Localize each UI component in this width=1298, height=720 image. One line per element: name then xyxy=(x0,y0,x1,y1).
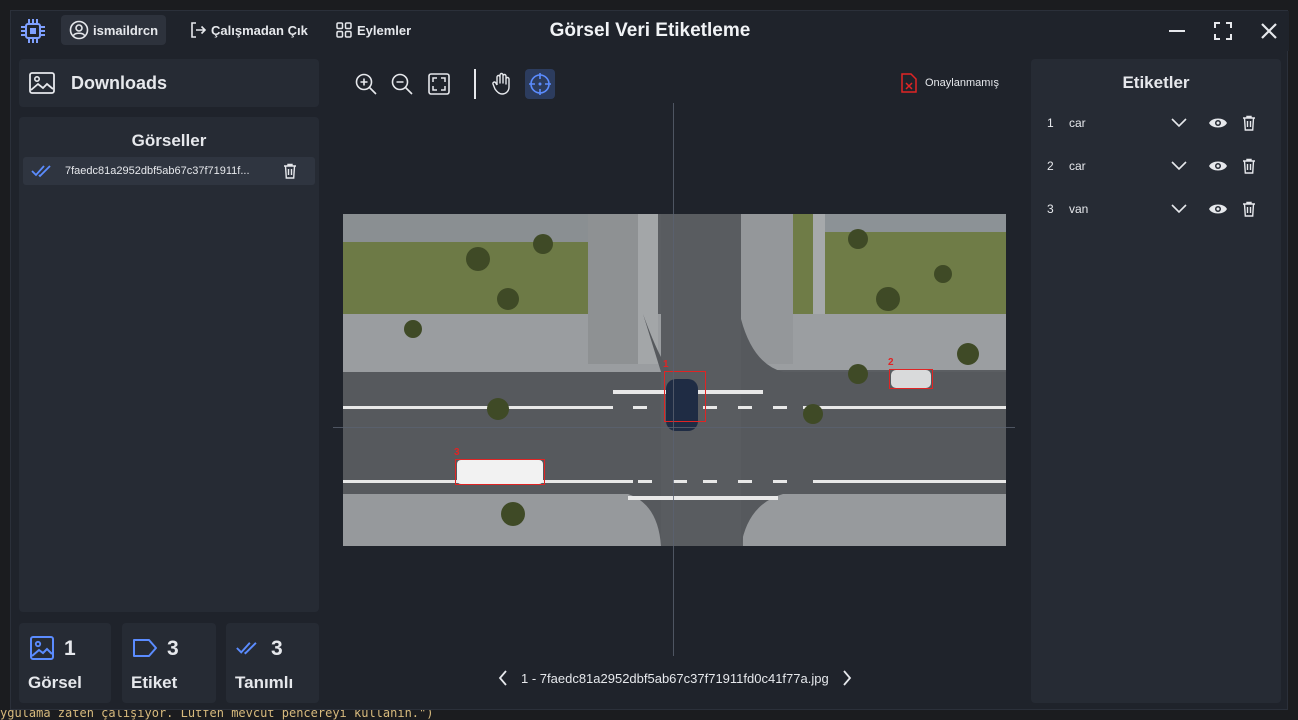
file-list-item[interactable]: 7faedc81a2952dbf5ab67c37f71911f... xyxy=(23,157,315,185)
close-icon xyxy=(1261,23,1277,39)
user-button[interactable]: ismaildrcn xyxy=(61,15,167,45)
labels-title: Etiketler xyxy=(1122,73,1190,92)
exit-without-work-button[interactable]: Çalışmadan Çık xyxy=(181,15,316,45)
stat-defined: 3 Tanımlı xyxy=(226,623,319,703)
label-class-dropdown[interactable] xyxy=(1167,154,1191,178)
toggle-visibility-button[interactable] xyxy=(1206,197,1230,221)
tag-icon xyxy=(133,639,157,657)
image-icon xyxy=(30,636,54,660)
label-name: car xyxy=(1069,116,1086,130)
approval-status-label: Onaylanmamış xyxy=(925,77,999,89)
bounding-box[interactable]: 3 xyxy=(454,447,545,485)
bounding-box-id: 2 xyxy=(888,357,894,368)
zoom-in-button[interactable] xyxy=(351,69,381,99)
stat-labels-value: 3 xyxy=(167,637,179,660)
bounding-box-id: 1 xyxy=(663,359,669,370)
trash-icon[interactable] xyxy=(283,163,297,179)
username-label: ismaildrcn xyxy=(93,22,159,38)
app-window: ismaildrcn Çalışmadan Çık Eylemler Görse… xyxy=(10,10,1289,710)
chevron-down-icon xyxy=(1171,161,1187,171)
bounding-box[interactable]: 1 xyxy=(663,359,706,422)
chevron-down-icon xyxy=(1171,204,1187,214)
chip-logo-icon xyxy=(21,19,45,43)
double-check-icon xyxy=(31,165,51,178)
bounding-box-id: 3 xyxy=(454,447,460,458)
label-list-item[interactable]: 2 car xyxy=(1031,152,1281,182)
toolbar-divider xyxy=(474,69,476,99)
trash-icon xyxy=(1243,158,1255,174)
toggle-visibility-button[interactable] xyxy=(1206,154,1230,178)
label-list-item[interactable]: 1 car xyxy=(1031,109,1281,139)
stat-images-value: 1 xyxy=(64,637,76,660)
zoom-out-icon xyxy=(391,73,413,95)
actions-label: Eylemler xyxy=(357,22,412,38)
label-class-dropdown[interactable] xyxy=(1167,111,1191,135)
crosshair-horizontal-line xyxy=(333,427,1015,428)
delete-label-button[interactable] xyxy=(1237,111,1261,135)
minimize-button[interactable] xyxy=(1163,17,1191,45)
current-image-name: 1 - 7faedc81a2952dbf5ab67c37f71911fd0c41… xyxy=(521,670,829,686)
approval-status[interactable]: Onaylanmamış xyxy=(901,73,999,93)
toggle-visibility-button[interactable] xyxy=(1206,111,1230,135)
eye-icon xyxy=(1209,204,1227,214)
label-index: 2 xyxy=(1047,159,1054,173)
stat-defined-label: Tanımlı xyxy=(235,673,294,692)
trash-icon xyxy=(1243,201,1255,217)
folder-header[interactable]: Downloads xyxy=(19,59,319,107)
maximize-button[interactable] xyxy=(1209,17,1237,45)
fit-screen-icon xyxy=(428,73,450,95)
crosshair-tool-button[interactable] xyxy=(525,69,555,99)
file-x-icon xyxy=(901,73,917,93)
delete-label-button[interactable] xyxy=(1237,154,1261,178)
close-button[interactable] xyxy=(1255,17,1283,45)
stat-labels: 3 Etiket xyxy=(122,623,216,703)
delete-label-button[interactable] xyxy=(1237,197,1261,221)
eye-icon xyxy=(1209,161,1227,171)
label-name: van xyxy=(1069,202,1089,216)
images-title: Görseller xyxy=(131,131,207,150)
stat-labels-label: Etiket xyxy=(131,673,178,692)
labels-panel: Etiketler 1 car 2 car 3 van xyxy=(1031,59,1281,703)
crosshair-vertical-line xyxy=(673,103,674,656)
fit-screen-button[interactable] xyxy=(424,69,454,99)
stat-images-label: Görsel xyxy=(28,673,82,692)
stat-defined-value: 3 xyxy=(271,637,283,660)
label-index: 1 xyxy=(1047,116,1054,130)
crosshair-icon xyxy=(529,73,551,95)
folder-name: Downloads xyxy=(71,72,168,93)
zoom-in-icon xyxy=(355,73,377,95)
trash-icon xyxy=(1243,115,1255,131)
pan-tool-button[interactable] xyxy=(487,69,517,99)
image-pager: 1 - 7faedc81a2952dbf5ab67c37f71911fd0c41… xyxy=(497,669,853,687)
image-folder-icon xyxy=(29,72,55,94)
file-name: 7faedc81a2952dbf5ab67c37f71911f... xyxy=(65,165,250,177)
label-list-item[interactable]: 3 van xyxy=(1031,195,1281,225)
actions-menu-button[interactable]: Eylemler xyxy=(327,15,419,45)
chevron-right-icon[interactable] xyxy=(841,669,853,687)
label-class-dropdown[interactable] xyxy=(1167,197,1191,221)
double-check-icon xyxy=(236,642,257,655)
user-icon xyxy=(69,20,89,40)
grid-icon xyxy=(336,22,352,38)
annotated-image[interactable]: 1 2 3 xyxy=(343,214,1006,546)
bounding-box[interactable]: 2 xyxy=(888,357,933,389)
label-index: 3 xyxy=(1047,202,1054,216)
title-bar: ismaildrcn Çalışmadan Çık Eylemler Görse… xyxy=(11,11,1289,51)
logout-icon xyxy=(191,22,207,38)
chevron-left-icon[interactable] xyxy=(497,669,509,687)
eye-icon xyxy=(1209,118,1227,128)
hand-icon xyxy=(492,72,510,95)
label-name: car xyxy=(1069,159,1086,173)
stat-images: 1 Görsel xyxy=(19,623,111,703)
minimize-icon xyxy=(1169,30,1185,32)
chevron-down-icon xyxy=(1171,118,1187,128)
zoom-out-button[interactable] xyxy=(387,69,417,99)
images-panel: Görseller 7faedc81a2952dbf5ab67c37f71911… xyxy=(19,117,319,612)
exit-label: Çalışmadan Çık xyxy=(211,22,308,38)
fullscreen-icon xyxy=(1214,22,1232,40)
